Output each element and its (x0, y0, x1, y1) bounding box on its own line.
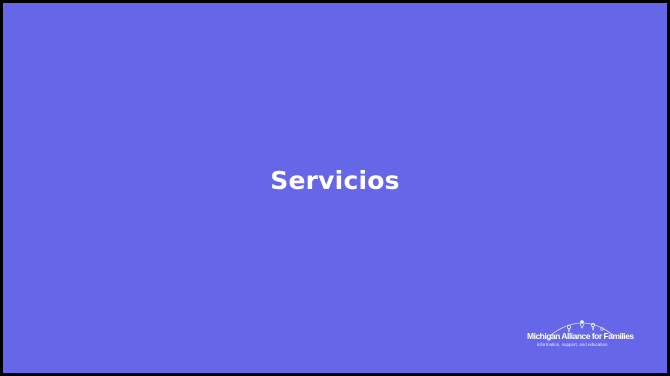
slide-title: Servicios (270, 166, 400, 195)
logo-tagline: information, support, and education (537, 342, 608, 347)
michigan-alliance-logo: Michigan Alliance for Families informati… (523, 315, 658, 355)
slide-frame: Servicios Michigan Alliance for Families… (0, 0, 670, 376)
slide: Servicios Michigan Alliance for Families… (3, 3, 667, 373)
logo-name: Michigan Alliance for Families (527, 331, 634, 341)
